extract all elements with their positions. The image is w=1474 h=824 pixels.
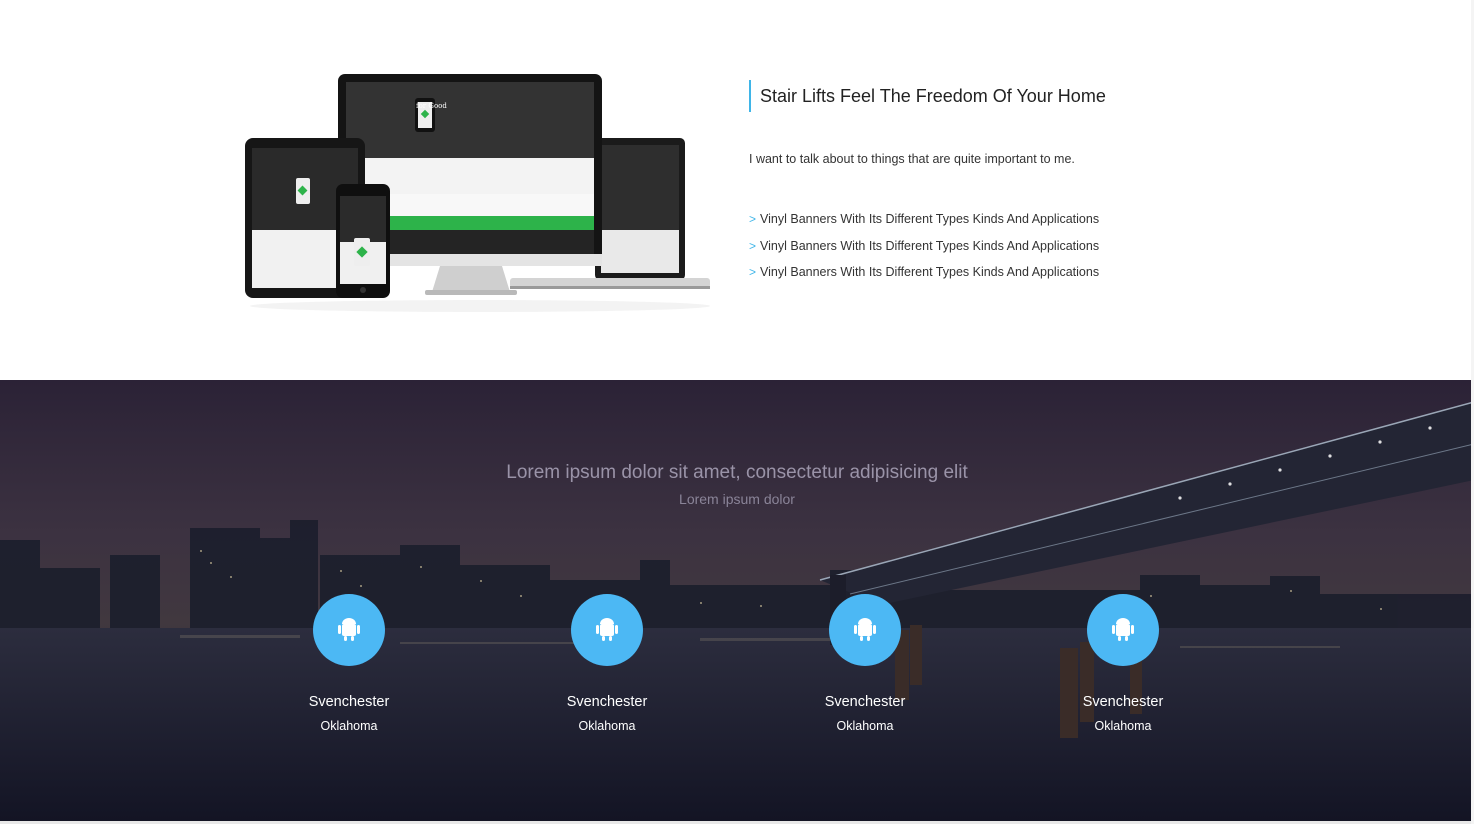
feature-title: Stair Lifts Feel The Freedom Of Your Hom… <box>749 80 1269 112</box>
android-icon <box>1112 618 1134 641</box>
monitor-brand-text: for Good <box>416 102 447 110</box>
location-card: Svenchester Oklahoma <box>527 594 687 733</box>
feature-list-item-text: Vinyl Banners With Its Different Types K… <box>760 265 1100 279</box>
chevron-right-icon: > <box>749 212 757 226</box>
location-icon-circle[interactable] <box>571 594 643 666</box>
feature-list: > Vinyl Banners With Its Different Types … <box>749 206 1269 286</box>
location-state: Oklahoma <box>1094 719 1152 733</box>
phone-image <box>336 184 390 298</box>
location-card: Svenchester Oklahoma <box>269 594 429 733</box>
location-city: Svenchester <box>308 694 390 710</box>
location-icon-circle[interactable] <box>829 594 901 666</box>
feature-list-item: > Vinyl Banners With Its Different Types … <box>749 233 1269 260</box>
location-city: Svenchester <box>566 694 648 710</box>
feature-list-item: > Vinyl Banners With Its Different Types … <box>749 206 1269 233</box>
locations-section: Lorem ipsum dolor sit amet, consectetur … <box>0 380 1474 822</box>
location-city: Svenchester <box>824 694 906 710</box>
android-icon <box>338 618 360 641</box>
location-icon-circle[interactable] <box>313 594 385 666</box>
city-night-background <box>0 380 1474 822</box>
location-state: Oklahoma <box>578 719 636 733</box>
location-card: Svenchester Oklahoma <box>1043 594 1203 733</box>
android-icon <box>596 618 618 641</box>
chevron-right-icon: > <box>749 238 757 253</box>
location-state: Oklahoma <box>836 719 894 733</box>
feature-list-item: > Vinyl Banners With Its Different Types … <box>749 259 1269 286</box>
section-heading: Lorem ipsum dolor sit amet, consectetur … <box>506 462 968 483</box>
location-city: Svenchester <box>1082 694 1164 710</box>
chevron-right-icon: > <box>749 265 757 279</box>
section-subheading: Lorem ipsum dolor <box>679 491 795 507</box>
location-state: Oklahoma <box>320 719 378 733</box>
feature-content: Stair Lifts Feel The Freedom Of Your Hom… <box>749 80 1269 286</box>
android-icon <box>854 618 876 641</box>
feature-list-item-text: Vinyl Banners With Its Different Types K… <box>760 238 1100 253</box>
responsive-devices-mockup: for Good <box>240 70 715 320</box>
location-card: Svenchester Oklahoma <box>785 594 945 733</box>
feature-section: for Good Stair Lifts Feel The Freedom Of… <box>0 0 1474 380</box>
feature-description: I want to talk about to things that are … <box>749 152 1075 166</box>
feature-list-item-text: Vinyl Banners With Its Different Types K… <box>760 212 1100 226</box>
location-icon-circle[interactable] <box>1087 594 1159 666</box>
